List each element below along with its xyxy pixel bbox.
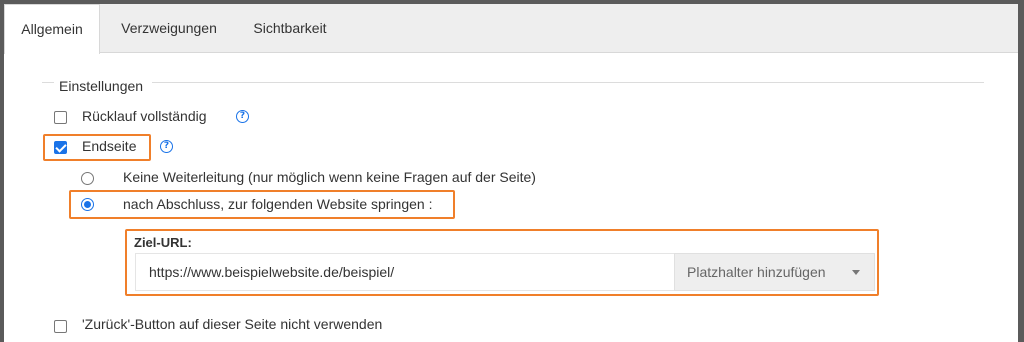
fieldset-legend: Einstellungen xyxy=(59,78,144,94)
ruecklauf-label: Rücklauf vollständig xyxy=(82,108,207,124)
tab-verzweigungen[interactable]: Verzweigungen xyxy=(108,4,230,53)
fieldset-border-left xyxy=(42,82,54,83)
chevron-down-icon xyxy=(852,270,860,275)
endseite-label: Endseite xyxy=(82,138,137,154)
nach-abschluss-radio[interactable] xyxy=(81,198,94,211)
ruecklauf-help-icon[interactable]: ? xyxy=(236,110,249,123)
zurueck-button-checkbox[interactable] xyxy=(54,320,67,333)
endseite-checkbox[interactable] xyxy=(54,141,67,154)
tab-allgemein[interactable]: Allgemein xyxy=(4,4,100,54)
platzhalter-dropdown-button[interactable]: Platzhalter hinzufügen xyxy=(674,253,875,291)
tab-sichtbarkeit[interactable]: Sichtbarkeit xyxy=(242,4,338,53)
endseite-help-icon[interactable]: ? xyxy=(160,140,173,153)
nach-abschluss-label: nach Abschluss, zur folgenden Website sp… xyxy=(123,196,433,212)
keine-weiterleitung-radio[interactable] xyxy=(81,172,94,185)
ziel-url-input[interactable] xyxy=(135,253,674,291)
fieldset-border-right xyxy=(152,82,984,83)
dialog-panel: Allgemein Verzweigungen Sichtbarkeit Ein… xyxy=(4,4,1018,342)
ziel-url-label: Ziel-URL: xyxy=(134,235,192,250)
ruecklauf-checkbox[interactable] xyxy=(54,111,67,124)
zurueck-button-label: 'Zurück'-Button auf dieser Seite nicht v… xyxy=(82,316,383,332)
keine-weiterleitung-label: Keine Weiterleitung (nur möglich wenn ke… xyxy=(123,169,536,185)
platzhalter-button-label: Platzhalter hinzufügen xyxy=(687,264,826,280)
tab-bar: Allgemein Verzweigungen Sichtbarkeit xyxy=(4,4,1018,54)
